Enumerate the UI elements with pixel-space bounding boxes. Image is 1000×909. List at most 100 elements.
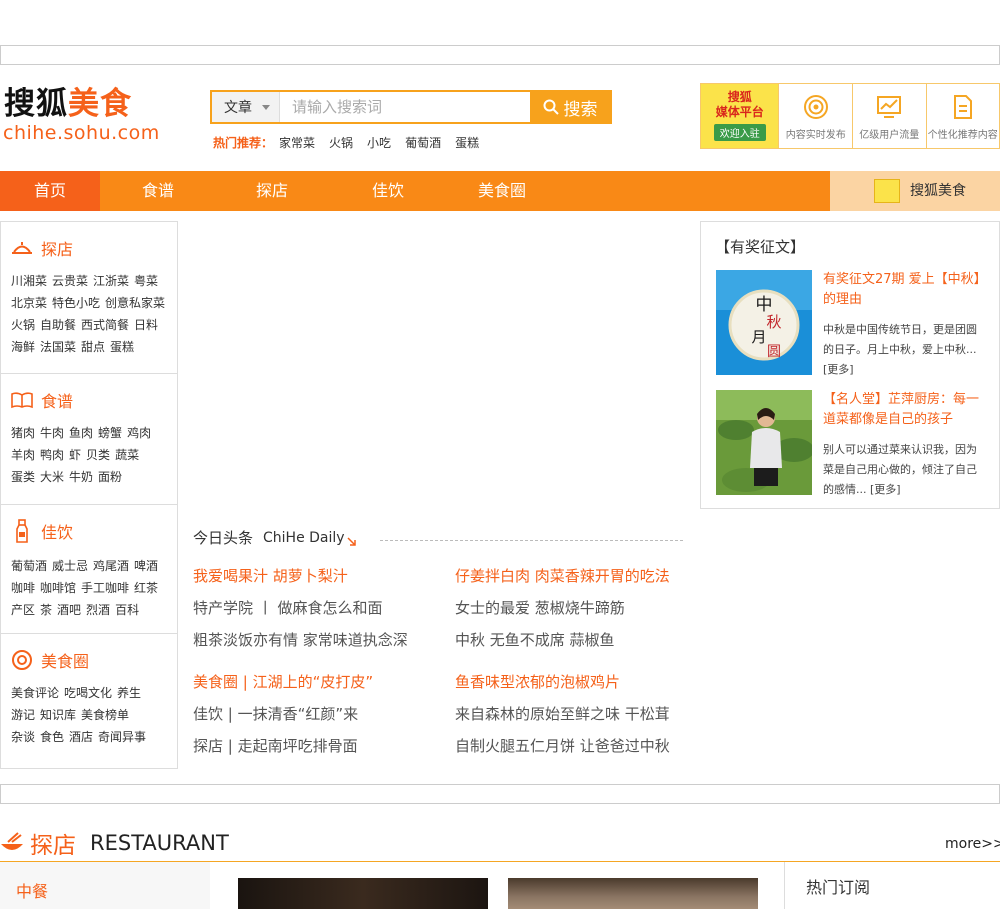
nav-item-recipes[interactable]: 食谱 (108, 171, 208, 211)
restaurant-photo[interactable] (238, 878, 488, 909)
category-link[interactable]: 游记 (11, 708, 35, 722)
hot-item-link[interactable]: 小吃 (367, 135, 391, 151)
category-link[interactable]: 火锅 (11, 318, 35, 332)
category-link[interactable]: 牛奶 (69, 470, 93, 484)
site-logo[interactable]: 搜狐美食 (4, 86, 132, 122)
category-link[interactable]: 海鲜 (11, 340, 35, 354)
news-link[interactable]: 仔姜拌白肉 肉菜香辣开胃的吃法 (455, 566, 670, 586)
hot-item-link[interactable]: 蛋糕 (455, 135, 479, 151)
news-link[interactable]: 自制火腿五仁月饼 让爸爸过中秋 (455, 736, 670, 756)
category-link[interactable]: 大米 (40, 470, 64, 484)
category-link[interactable]: 自助餐 (40, 318, 76, 332)
category-link[interactable]: 知识库 (40, 708, 76, 722)
category-link[interactable]: 威士忌 (52, 559, 88, 573)
category-link[interactable]: 甜点 (81, 340, 105, 354)
more-link[interactable]: more>> (945, 836, 1000, 852)
section-header[interactable]: 食谱 (11, 388, 73, 412)
news-link[interactable]: 女士的最爱 葱椒烧牛蹄筋 (455, 598, 625, 618)
top-banner-box (0, 45, 1000, 65)
chef-photo[interactable] (716, 390, 812, 495)
category-link[interactable]: 北京菜 (11, 296, 47, 310)
hot-item-link[interactable]: 火锅 (329, 135, 353, 151)
news-link[interactable]: 我爱喝果汁 胡萝卜梨汁 (193, 566, 348, 586)
news-link[interactable]: 特产学院 丨 做麻食怎么和面 (193, 598, 383, 618)
category-link[interactable]: 牛肉 (40, 426, 64, 440)
category-link[interactable]: 茶 (40, 603, 52, 617)
category-tab-chinese[interactable]: 中餐 (16, 878, 48, 902)
hot-item-link[interactable]: 葡萄酒 (405, 135, 441, 151)
restaurant-photo[interactable] (508, 878, 758, 909)
section-header[interactable]: 探店 (11, 236, 73, 260)
nav-item-restaurants[interactable]: 探店 (222, 171, 322, 211)
category-link[interactable]: 酒店 (69, 730, 93, 744)
nav-item-food-circle[interactable]: 美食圈 (452, 171, 552, 211)
category-link[interactable]: 江浙菜 (93, 274, 129, 288)
category-link[interactable]: 红茶 (134, 581, 158, 595)
category-link[interactable]: 虾 (69, 448, 81, 462)
news-link[interactable]: 粗茶淡饭亦有情 家常味道执念深 (193, 630, 408, 650)
news-link[interactable]: 鱼香味型浓郁的泡椒鸡片 (455, 672, 620, 692)
news-link[interactable]: 中秋 无鱼不成席 蒜椒鱼 (455, 630, 615, 650)
category-link[interactable]: 酒吧 (57, 603, 81, 617)
section-header[interactable]: 美食圈 (11, 648, 89, 672)
category-link[interactable]: 手工咖啡 (81, 581, 129, 595)
category-link[interactable]: 面粉 (98, 470, 122, 484)
platform-feature-label: 亿级用户流量 (859, 130, 920, 141)
category-link[interactable]: 贝类 (86, 448, 110, 462)
category-link[interactable]: 猪肉 (11, 426, 35, 440)
promo-description: 别人可以通过菜来认识我，因为菜是自己用心做的，倾注了自己的感情... [更多] (823, 443, 977, 496)
category-link[interactable]: 葡萄酒 (11, 559, 47, 573)
media-platform-entry[interactable]: 搜狐 媒体平台 欢迎入驻 (701, 84, 779, 148)
hot-recommend: 热门推荐： 家常菜 火锅 小吃 葡萄酒 蛋糕 (213, 135, 479, 151)
join-button[interactable]: 欢迎入驻 (713, 124, 766, 141)
category-link[interactable]: 蔬菜 (115, 448, 139, 462)
category-link[interactable]: 产区 (11, 603, 35, 617)
nav-brand-link[interactable]: 搜狐美食 (830, 171, 1000, 211)
news-link[interactable]: 佳饮 | 一抹清香“红颜”来 (193, 704, 358, 724)
category-link[interactable]: 奇闻异事 (98, 730, 146, 744)
news-link[interactable]: 来自森林的原始至鲜之味 干松茸 (455, 704, 670, 724)
nav-item-home[interactable]: 首页 (0, 171, 100, 211)
category-link[interactable]: 养生 (117, 686, 141, 700)
news-link[interactable]: 探店 | 走起南坪吃排骨面 (193, 736, 358, 756)
category-link[interactable]: 鸭肉 (40, 448, 64, 462)
category-link[interactable]: 蛋糕 (110, 340, 134, 354)
category-link[interactable]: 川湘菜 (11, 274, 47, 288)
category-link[interactable]: 百科 (115, 603, 139, 617)
mid-autumn-image[interactable]: 中 秋 月 圆 (716, 270, 812, 375)
search-input[interactable] (280, 92, 530, 122)
category-link[interactable]: 特色小吃 (52, 296, 100, 310)
category-link[interactable]: 西式简餐 (81, 318, 129, 332)
category-link[interactable]: 创意私家菜 (105, 296, 165, 310)
hot-item-link[interactable]: 家常菜 (279, 135, 315, 151)
category-link[interactable]: 美食评论 (11, 686, 59, 700)
category-link[interactable]: 法国菜 (40, 340, 76, 354)
category-link[interactable]: 烈酒 (86, 603, 110, 617)
search-button-label: 搜索 (563, 99, 598, 120)
category-link[interactable]: 鸡肉 (127, 426, 151, 440)
category-link[interactable]: 吃喝文化 (64, 686, 112, 700)
category-link[interactable]: 咖啡馆 (40, 581, 76, 595)
promo-headline[interactable]: 有奖征文27期 爱上【中秋】的理由 (823, 270, 983, 310)
category-link[interactable]: 云贵菜 (52, 274, 88, 288)
category-link[interactable]: 螃蟹 (98, 426, 122, 440)
category-link[interactable]: 啤酒 (134, 559, 158, 573)
search-type-select[interactable]: 文章 (212, 92, 280, 122)
nav-item-drinks[interactable]: 佳饮 (338, 171, 438, 211)
section-title: 美食圈 (41, 652, 90, 671)
category-link[interactable]: 羊肉 (11, 448, 35, 462)
category-link[interactable]: 蛋类 (11, 470, 35, 484)
category-link[interactable]: 咖啡 (11, 581, 35, 595)
search-button[interactable]: 搜索 (530, 92, 610, 122)
category-link[interactable]: 鸡尾酒 (93, 559, 129, 573)
category-link[interactable]: 日料 (134, 318, 158, 332)
category-link[interactable]: 粤菜 (134, 274, 158, 288)
category-link[interactable]: 食色 (40, 730, 64, 744)
category-link[interactable]: 杂谈 (11, 730, 35, 744)
promo-headline[interactable]: 【名人堂】芷萍厨房：每一道菜都像是自己的孩子 (823, 390, 983, 430)
news-link[interactable]: 美食圈 | 江湖上的“皮打皮” (193, 672, 373, 692)
circle-target-icon (12, 650, 32, 670)
category-link[interactable]: 鱼肉 (69, 426, 93, 440)
section-header[interactable]: 佳饮 (11, 519, 73, 543)
category-link[interactable]: 美食榜单 (81, 708, 129, 722)
